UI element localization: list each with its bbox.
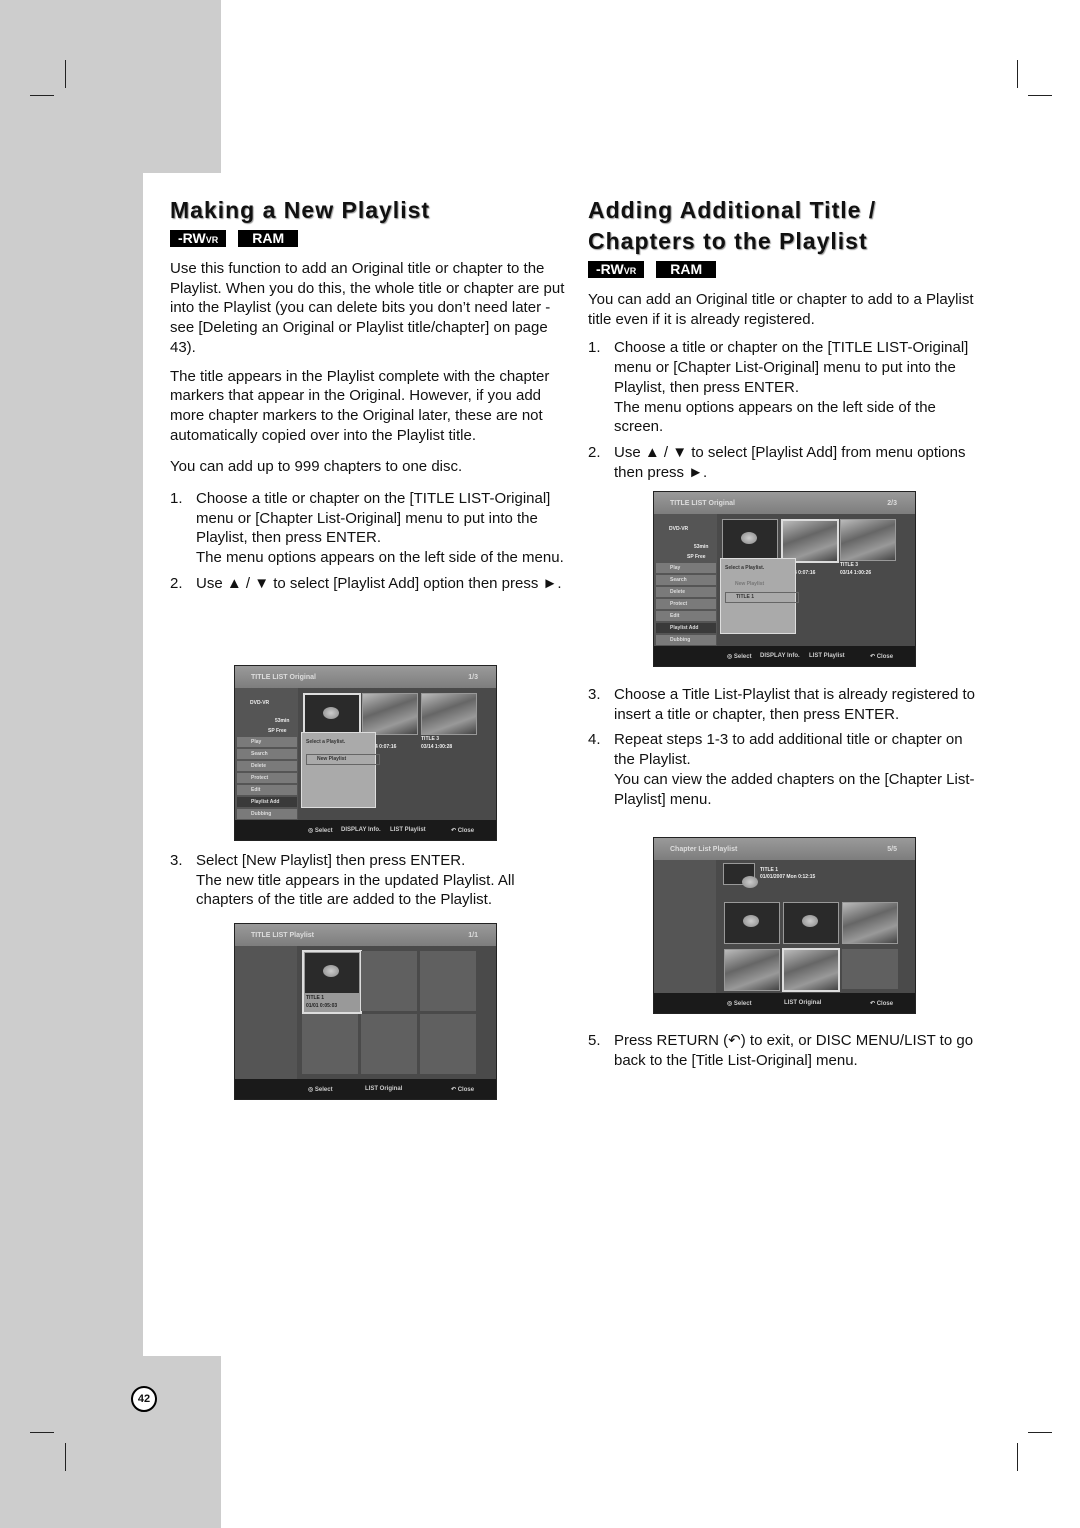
disc-badges: -RWVR RAM [170, 230, 565, 247]
left-step3: 3. Select [New Playlist] then press ENTER… [170, 851, 565, 916]
step: 3. Select [New Playlist] then press ENTER… [170, 852, 515, 909]
menu-edit[interactable]: Edit [656, 611, 716, 621]
crop-mark [65, 60, 66, 88]
step: 1. Choose a title or chapter on the [TITL… [170, 490, 564, 567]
right-column: Adding Additional Title / Chapters to the… [588, 195, 983, 488]
select-playlist-popup: Select a Playlist. New Playlist TITLE 1 [720, 558, 799, 634]
menu-dubbing[interactable]: Dubbing [237, 809, 297, 819]
badge-rwvr: -RWVR [588, 261, 645, 278]
paragraph: You can add an Original title or chapter… [588, 291, 974, 328]
disc-badges: -RWVR RAM [588, 261, 983, 278]
menu-search[interactable]: Search [237, 749, 297, 759]
section-title: Making a New Playlist [170, 197, 431, 223]
thumb-title2[interactable] [362, 693, 418, 735]
menu-play[interactable]: Play [656, 563, 716, 573]
paragraph: The title appears in the Playlist comple… [170, 367, 550, 444]
thumb-title3[interactable] [421, 693, 477, 735]
playlist-title1-cell[interactable]: TITLE 1 01/01 0:05:03 [302, 950, 362, 1014]
step: 5. Press RETURN (↶) to exit, or DISC MENU… [588, 1032, 974, 1069]
disc-type: DVD-VR [250, 700, 270, 706]
step: 2. Use ▲ / ▼ to select [Playlist Add] opt… [170, 574, 562, 592]
step: 3. Choose a Title List-Playlist that is a… [588, 686, 976, 723]
select-playlist-popup: Select a Playlist. New Playlist [301, 732, 380, 808]
menu-dubbing[interactable]: Dubbing [656, 635, 716, 645]
right-steps-3-4: 3. Choose a Title List-Playlist that is a… [588, 685, 983, 815]
screenshot-chapter-list-playlist: Chapter List Playlist 5/5 TITLE 1 01/01/2… [653, 837, 916, 1014]
step: 4. Repeat steps 1-3 to add additional tit… [588, 731, 975, 808]
menu-protect[interactable]: Protect [237, 773, 297, 783]
paragraph: Use this function to add an Original tit… [170, 260, 565, 356]
playlist-title1-item[interactable]: TITLE 1 [725, 592, 799, 603]
crop-mark [1028, 1432, 1052, 1433]
thumb-title1[interactable] [303, 693, 361, 737]
menu-play[interactable]: Play [237, 737, 297, 747]
menu-protect[interactable]: Protect [656, 599, 716, 609]
crop-mark [65, 1443, 66, 1471]
left-column: Making a New Playlist -RWVR RAM Use this… [170, 195, 565, 600]
step-list: 1. Choose a title or chapter on the [TITL… [588, 338, 983, 482]
crop-mark [1017, 60, 1018, 88]
screenshot-playlist-select: TITLE LIST Original 2/3 DVD-VR 53min SP F… [653, 491, 916, 667]
menu-delete[interactable]: Delete [237, 761, 297, 771]
screenshot-title-list-playlist: TITLE LIST Playlist 1/1 TITLE 1 01/01 0:0… [234, 923, 497, 1100]
page-number: 42 [131, 1386, 157, 1412]
badge-ram: RAM [656, 261, 717, 278]
new-playlist-item[interactable]: New Playlist [735, 581, 764, 587]
menu-playlist-add[interactable]: Playlist Add [656, 623, 716, 633]
step: 2. Use ▲ / ▼ to select [Playlist Add] fro… [588, 443, 966, 481]
menu-playlist-add[interactable]: Playlist Add [237, 797, 297, 807]
badge-rwvr: -RWVR [170, 230, 227, 247]
section-title: Adding Additional Title / Chapters to the… [588, 197, 877, 254]
disc-time: 53min [275, 718, 290, 724]
crop-mark [1017, 1443, 1018, 1471]
step-list: 1. Choose a title or chapter on the [TITL… [170, 489, 565, 594]
new-playlist-item[interactable]: New Playlist [306, 754, 380, 765]
screenshot-title-list-original: TITLE LIST Original 1/3 DVD-VR 53min SP F… [234, 665, 497, 841]
menu-search[interactable]: Search [656, 575, 716, 585]
menu-edit[interactable]: Edit [237, 785, 297, 795]
step: 1. Choose a title or chapter on the [TITL… [588, 339, 969, 436]
right-step5: 5. Press RETURN (↶) to exit, or DISC MENU… [588, 1031, 983, 1076]
crop-mark [30, 1432, 54, 1433]
disc-free: SP Free [268, 728, 287, 734]
paragraph: You can add up to 999 chapters to one di… [170, 458, 463, 476]
badge-ram: RAM [238, 230, 299, 247]
crop-mark [30, 95, 54, 96]
crop-mark [1028, 95, 1052, 96]
menu-delete[interactable]: Delete [656, 587, 716, 597]
